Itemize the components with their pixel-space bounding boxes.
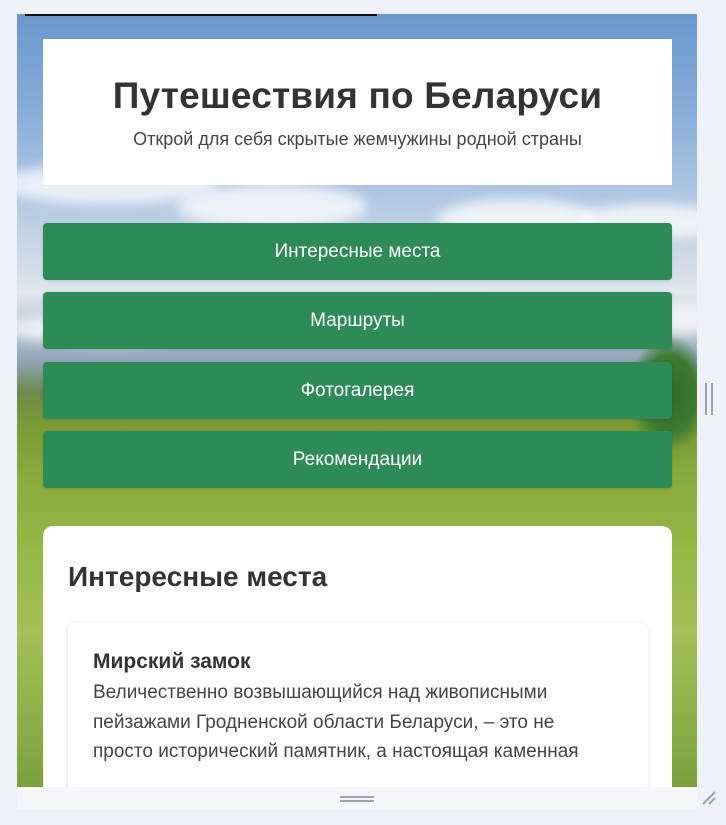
site-header: Путешествия по Беларуси Открой для себя … xyxy=(43,39,672,185)
top-progress-bar xyxy=(25,14,377,16)
page-title: Путешествия по Беларуси xyxy=(112,75,603,116)
page-subtitle: Открой для себя скрытые жемчужины родной… xyxy=(133,129,582,149)
place-card-mir-castle[interactable]: Мирский замок Величественно возвышающийс… xyxy=(68,623,648,787)
content-section: Интересные места Мирский замок Величеств… xyxy=(43,526,672,787)
nav-button-photo-gallery[interactable]: Фотогалерея xyxy=(43,362,672,419)
page-viewport: Путешествия по Беларуси Открой для себя … xyxy=(17,14,697,787)
place-description-line: просто исторический памятник, а настояща… xyxy=(93,741,579,762)
place-description-line: пейзажами Гродненской области Беларуси, … xyxy=(93,711,555,733)
nav-button-recommendations[interactable]: Рекомендации xyxy=(43,431,672,488)
horizontal-resize-handle-icon[interactable] xyxy=(340,796,374,802)
nav-button-routes[interactable]: Маршруты xyxy=(43,292,672,349)
vertical-resize-handle-icon[interactable] xyxy=(705,383,713,415)
resize-corner-icon[interactable] xyxy=(700,789,718,807)
place-description: Величественно возвышающийся над живописн… xyxy=(93,678,623,767)
place-description-line: Величественно возвышающийся над живописн… xyxy=(93,682,548,703)
nav-button-interesting-places[interactable]: Интересные места xyxy=(43,223,672,280)
place-name: Мирский замок xyxy=(93,650,251,673)
section-title: Интересные места xyxy=(68,561,328,592)
